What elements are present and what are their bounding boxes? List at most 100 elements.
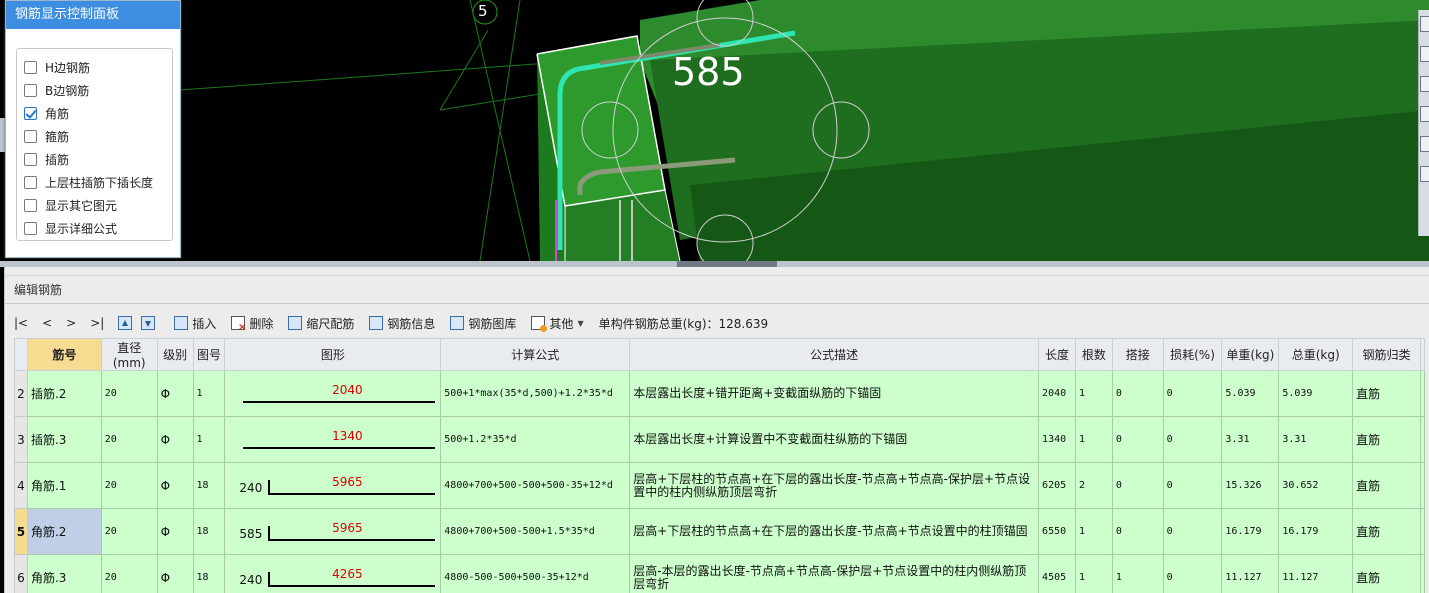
length-cell[interactable]: 6550 bbox=[1038, 508, 1076, 555]
column-header[interactable]: 总重(kg) bbox=[1278, 338, 1354, 371]
category-cell[interactable]: 直筋 bbox=[1352, 554, 1421, 593]
count-cell[interactable]: 1 bbox=[1074, 416, 1113, 463]
length-cell[interactable]: 6205 bbox=[1038, 462, 1076, 509]
shape-cell[interactable]: 240 5965 bbox=[224, 462, 442, 509]
desc-cell[interactable]: 层高+下层柱的节点高+在下层的露出长度-节点高+节点高-保护层+节点设置中的柱内… bbox=[629, 462, 1040, 509]
count-cell[interactable]: 1 bbox=[1074, 554, 1113, 593]
loss-cell[interactable]: 0 bbox=[1162, 462, 1223, 509]
checkbox[interactable] bbox=[24, 221, 37, 235]
loss-cell[interactable]: 0 bbox=[1162, 508, 1223, 555]
total_w-cell[interactable]: 30.652 bbox=[1278, 462, 1354, 509]
category-cell[interactable]: 直筋 bbox=[1352, 508, 1421, 555]
insert-button[interactable]: 插入 bbox=[174, 315, 216, 332]
shape-cell[interactable]: 1340 bbox=[224, 416, 442, 463]
category-cell[interactable]: 直筋 bbox=[1352, 370, 1421, 417]
grade-cell[interactable]: Φ bbox=[156, 370, 194, 417]
dia-cell[interactable]: 20 bbox=[100, 416, 158, 463]
delete-button[interactable]: 删除 bbox=[231, 315, 273, 333]
column-header[interactable]: 搭接 bbox=[1111, 338, 1164, 371]
rebar-library-button[interactable]: 钢筋图库 bbox=[450, 315, 516, 332]
row-number[interactable]: 5 bbox=[14, 508, 28, 555]
checkbox[interactable] bbox=[24, 175, 37, 189]
row-number[interactable]: 6 bbox=[14, 554, 28, 593]
column-header[interactable]: 级别 bbox=[156, 338, 194, 371]
loss-cell[interactable]: 0 bbox=[1162, 370, 1223, 417]
count-cell[interactable]: 1 bbox=[1074, 508, 1113, 555]
column-header[interactable]: 直径(mm) bbox=[100, 338, 158, 371]
nav-first-button[interactable]: |< bbox=[14, 316, 28, 330]
lap-cell[interactable]: 0 bbox=[1111, 462, 1164, 509]
move-down-button[interactable] bbox=[141, 316, 159, 330]
table-row[interactable]: 3 插筋.3 20 Φ 1 1340 500+1.2*35*d 本层露出长度+计算设置中不变截… bbox=[14, 416, 1425, 463]
column-header[interactable]: 图号 bbox=[192, 338, 226, 371]
category-cell[interactable]: 直筋 bbox=[1352, 416, 1421, 463]
rebar-name-cell[interactable]: 角筋.3 bbox=[26, 554, 102, 593]
column-header[interactable]: 单重(kg) bbox=[1221, 338, 1280, 371]
rebar-name-cell[interactable]: 插筋.3 bbox=[26, 416, 102, 463]
loss-cell[interactable]: 0 bbox=[1162, 554, 1223, 593]
length-cell[interactable]: 1340 bbox=[1038, 416, 1076, 463]
panel-option-4[interactable]: 箍筋 bbox=[24, 127, 69, 145]
table-row[interactable]: 2 插筋.2 20 Φ 1 2040 500+1*max(35*d,500)+1.2*35*… bbox=[14, 370, 1425, 417]
panel-option-8[interactable]: 显示详细公式 bbox=[24, 219, 117, 237]
formula-cell[interactable]: 4800+700+500-500+500-35+12*d bbox=[440, 462, 631, 509]
row-number[interactable]: 3 bbox=[14, 416, 28, 463]
row-number[interactable]: 4 bbox=[14, 462, 28, 509]
view-tool-6-icon[interactable] bbox=[1420, 166, 1429, 182]
nav-next-button[interactable]: > bbox=[66, 316, 76, 330]
fig-cell[interactable]: 18 bbox=[192, 554, 226, 593]
desc-cell[interactable]: 层高+下层柱的节点高+在下层的露出长度-节点高+节点设置中的柱顶锚固 bbox=[629, 508, 1040, 555]
move-up-button[interactable] bbox=[118, 316, 136, 330]
rebar-name-cell[interactable]: 插筋.2 bbox=[26, 370, 102, 417]
formula-cell[interactable]: 500+1*max(35*d,500)+1.2*35*d bbox=[440, 370, 631, 417]
shape-cell[interactable]: 585 5965 bbox=[224, 508, 442, 555]
column-header[interactable]: 筋号 bbox=[26, 338, 102, 371]
table-row[interactable]: 5 角筋.2 20 Φ 18 585 5965 4800+700+500-500+1.5*35… bbox=[14, 508, 1425, 555]
desc-cell[interactable]: 层高-本层的露出长度-节点高+节点高-保护层+节点设置中的柱内侧纵筋顶层弯折 bbox=[629, 554, 1040, 593]
panel-option-7[interactable]: 显示其它图元 bbox=[24, 196, 117, 214]
fig-cell[interactable]: 1 bbox=[192, 370, 226, 417]
rebar-name-cell[interactable]: 角筋.2 bbox=[26, 508, 102, 555]
length-cell[interactable]: 4505 bbox=[1038, 554, 1076, 593]
lap-cell[interactable]: 1 bbox=[1111, 554, 1164, 593]
column-header[interactable]: 计算公式 bbox=[440, 338, 631, 371]
total_w-cell[interactable]: 11.127 bbox=[1278, 554, 1354, 593]
view-tool-3-icon[interactable] bbox=[1420, 76, 1429, 92]
checkbox[interactable] bbox=[24, 106, 37, 120]
total_w-cell[interactable]: 5.039 bbox=[1278, 370, 1354, 417]
checkbox[interactable] bbox=[24, 60, 37, 74]
other-dropdown[interactable]: 其他 ▼ bbox=[531, 315, 584, 332]
panel-option-2[interactable]: B边钢筋 bbox=[24, 81, 89, 99]
column-header[interactable]: 长度 bbox=[1038, 338, 1076, 371]
checkbox[interactable] bbox=[24, 198, 37, 212]
fig-cell[interactable]: 18 bbox=[192, 508, 226, 555]
formula-cell[interactable]: 4800-500-500+500-35+12*d bbox=[440, 554, 631, 593]
length-cell[interactable]: 2040 bbox=[1038, 370, 1076, 417]
scale-rebar-button[interactable]: 缩尺配筋 bbox=[288, 315, 354, 332]
dia-cell[interactable]: 20 bbox=[100, 462, 158, 509]
total_w-cell[interactable]: 16.179 bbox=[1278, 508, 1354, 555]
count-cell[interactable]: 1 bbox=[1074, 370, 1113, 417]
formula-cell[interactable]: 4800+700+500-500+1.5*35*d bbox=[440, 508, 631, 555]
desc-cell[interactable]: 本层露出长度+计算设置中不变截面柱纵筋的下锚固 bbox=[629, 416, 1040, 463]
view-toolbar[interactable] bbox=[1418, 10, 1429, 236]
nav-last-button[interactable]: >| bbox=[90, 316, 104, 330]
grade-cell[interactable]: Φ bbox=[156, 416, 194, 463]
desc-cell[interactable]: 本层露出长度+错开距离+变截面纵筋的下锚固 bbox=[629, 370, 1040, 417]
column-header[interactable]: 根数 bbox=[1074, 338, 1113, 371]
formula-cell[interactable]: 500+1.2*35*d bbox=[440, 416, 631, 463]
checkbox[interactable] bbox=[24, 152, 37, 166]
unit_w-cell[interactable]: 5.039 bbox=[1221, 370, 1280, 417]
panel-option-6[interactable]: 上层柱插筋下插长度 bbox=[24, 173, 153, 191]
checkbox[interactable] bbox=[24, 129, 37, 143]
fig-cell[interactable]: 1 bbox=[192, 416, 226, 463]
total_w-cell[interactable]: 3.31 bbox=[1278, 416, 1354, 463]
dia-cell[interactable]: 20 bbox=[100, 554, 158, 593]
table-row[interactable]: 6 角筋.3 20 Φ 18 240 4265 4800-500-500+500-35+12*… bbox=[14, 554, 1425, 593]
grade-cell[interactable]: Φ bbox=[156, 462, 194, 509]
checkbox[interactable] bbox=[24, 83, 37, 97]
view-tool-2-icon[interactable] bbox=[1420, 46, 1429, 62]
grade-cell[interactable]: Φ bbox=[156, 554, 194, 593]
panel-option-5[interactable]: 插筋 bbox=[24, 150, 69, 168]
dia-cell[interactable]: 20 bbox=[100, 370, 158, 417]
